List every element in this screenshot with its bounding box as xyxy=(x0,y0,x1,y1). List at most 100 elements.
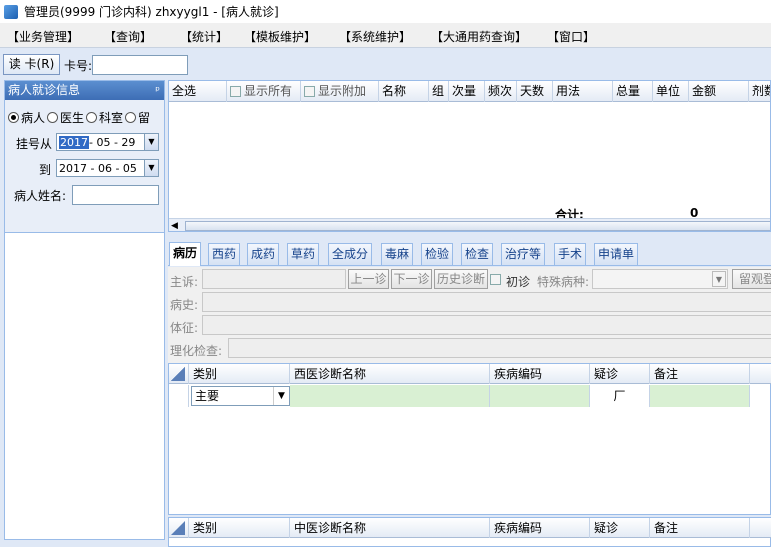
col-tcm-diagnosis[interactable]: 中医诊断名称 xyxy=(290,518,490,538)
tab-medical-record[interactable]: 病历 xyxy=(169,242,202,266)
grid-corner-icon xyxy=(169,518,189,538)
title-bar: 管理员(9999 门诊内科) zhxyygl1 - [病人就诊] xyxy=(0,0,771,23)
western-diagnosis-header: 类别 西医诊断名称 疾病编码 疑诊 备注 xyxy=(169,364,771,384)
col-western-diagnosis[interactable]: 西医诊断名称 xyxy=(290,364,490,384)
tab-surgery[interactable]: 手术 xyxy=(554,243,587,265)
col-amount[interactable]: 金额 xyxy=(689,81,749,102)
patient-filter-form: 病人 医生 科室 留 挂号从 2017 - 05 - 29 ▼ 到 2017 -… xyxy=(5,100,164,233)
horizontal-scrollbar[interactable]: ◀ xyxy=(169,218,770,231)
tab-narcotic[interactable]: 毒麻 xyxy=(381,243,414,265)
radio-patient[interactable] xyxy=(8,112,19,123)
col-group[interactable]: 组 xyxy=(429,81,449,102)
scroll-left-icon[interactable]: ◀ xyxy=(171,221,181,231)
date-to-picker[interactable]: 2017 - 06 - 05 ▼ xyxy=(56,159,159,177)
observation-register-button[interactable]: 留观登 xyxy=(732,269,771,289)
chevron-down-icon[interactable]: ▼ xyxy=(273,387,289,405)
col-disease-code[interactable]: 疾病编码 xyxy=(490,364,590,384)
col-disease-code[interactable]: 疾病编码 xyxy=(490,518,590,538)
western-diagnosis-grid: 类别 西医诊断名称 疾病编码 疑诊 备注 主要 ▼ 厂 xyxy=(168,363,771,515)
suspected-checkbox-cell[interactable]: 厂 xyxy=(590,385,650,407)
col-usage[interactable]: 用法 xyxy=(553,81,613,102)
menu-drug-query[interactable]: 【大通用药查询】 xyxy=(427,28,531,45)
tab-exam[interactable]: 检查 xyxy=(461,243,494,265)
col-remark[interactable]: 备注 xyxy=(650,518,750,538)
prev-visit-button[interactable]: 上一诊 xyxy=(348,269,389,289)
panel-header: 病人就诊信息 ᵖ xyxy=(5,81,164,100)
date-to-value: 2017 - 06 - 05 xyxy=(59,161,137,175)
show-all-toggle[interactable]: 显示所有 xyxy=(227,81,301,102)
menu-system[interactable]: 【系统维护】 xyxy=(335,28,415,45)
radio-stay[interactable] xyxy=(125,112,137,123)
disease-code-cell[interactable] xyxy=(490,385,590,407)
radio-doctor[interactable] xyxy=(47,112,59,123)
date-from-picker[interactable]: 2017 - 05 - 29 ▼ xyxy=(56,133,159,151)
tab-western-drug[interactable]: 西药 xyxy=(208,243,241,265)
col-remark[interactable]: 备注 xyxy=(650,364,750,384)
show-all-checkbox[interactable] xyxy=(230,86,241,97)
col-frequency[interactable]: 频次 xyxy=(485,81,517,102)
prescription-grid-header: 全选 显示所有 显示附加 名称 组 次量 频次 天数 用法 总量 单位 金额 剂… xyxy=(169,81,770,102)
scrollbar-thumb[interactable] xyxy=(185,221,770,231)
col-name[interactable]: 名称 xyxy=(379,81,429,102)
col-total[interactable]: 总量 xyxy=(613,81,653,102)
tcm-diagnosis-header: 类别 中医诊断名称 疾病编码 疑诊 备注 xyxy=(169,518,771,538)
chief-complaint-input[interactable] xyxy=(202,269,346,289)
lab-exam-row: 理化检查: xyxy=(168,338,771,360)
chevron-down-icon[interactable]: ▼ xyxy=(712,271,726,287)
chief-complaint-label: 主诉: xyxy=(170,275,199,289)
menu-template[interactable]: 【模板维护】 xyxy=(240,28,320,45)
patient-name-input[interactable] xyxy=(72,185,159,205)
remark-cell[interactable] xyxy=(650,385,750,407)
col-unit[interactable]: 单位 xyxy=(653,81,689,102)
col-category[interactable]: 类别 xyxy=(189,364,290,384)
tab-full-ingredient[interactable]: 全成分 xyxy=(328,243,373,265)
col-doses[interactable]: 剂数 xyxy=(749,81,770,102)
first-visit-checkbox[interactable] xyxy=(490,274,501,285)
tab-patent-drug[interactable]: 成药 xyxy=(247,243,280,265)
chevron-down-icon[interactable]: ▼ xyxy=(144,134,158,150)
history-diagnosis-button[interactable]: 历史诊断 xyxy=(434,269,488,289)
first-visit-label: 初诊 xyxy=(506,275,531,289)
app-icon xyxy=(4,4,18,19)
western-diagnosis-cell[interactable] xyxy=(290,385,490,407)
pin-icon[interactable]: ᵖ xyxy=(155,81,160,100)
next-visit-button[interactable]: 下一诊 xyxy=(391,269,432,289)
menu-business[interactable]: 【业务管理】 xyxy=(3,28,83,45)
menu-bar: 【业务管理】 【查询】 【统计】 【模板维护】 【系统维护】 【大通用药查询】 … xyxy=(0,23,771,48)
menu-query[interactable]: 【查询】 xyxy=(100,28,156,45)
read-card-button[interactable]: 读 卡(R) xyxy=(3,54,60,75)
lab-exam-input[interactable] xyxy=(228,338,771,358)
table-row[interactable]: 主要 ▼ 厂 xyxy=(169,385,771,407)
tab-treatment[interactable]: 治疗等 xyxy=(501,243,546,265)
select-all-header[interactable]: 全选 xyxy=(169,81,227,102)
col-suspected[interactable]: 疑诊 xyxy=(590,364,650,384)
radio-dept[interactable] xyxy=(86,112,98,123)
physical-sign-input[interactable] xyxy=(202,315,771,335)
date-from-label: 挂号从 xyxy=(16,137,53,151)
chief-complaint-row: 主诉: 上一诊 下一诊 历史诊断 初诊 特殊病种: ▼ 留观登 xyxy=(168,269,771,291)
menu-window[interactable]: 【窗口】 xyxy=(543,28,599,45)
category-value: 主要 xyxy=(195,389,220,403)
show-extra-toggle[interactable]: 显示附加 xyxy=(301,81,379,102)
tab-request[interactable]: 申请单 xyxy=(594,243,639,265)
chevron-down-icon[interactable]: ▼ xyxy=(144,160,158,176)
special-disease-select[interactable]: ▼ xyxy=(592,269,728,289)
show-extra-checkbox[interactable] xyxy=(304,86,315,97)
radio-doctor-label: 医生 xyxy=(60,111,85,125)
grid-corner-icon xyxy=(169,364,189,384)
show-all-label: 显示所有 xyxy=(244,84,293,98)
col-dose[interactable]: 次量 xyxy=(449,81,485,102)
card-number-input[interactable] xyxy=(92,55,188,75)
history-input[interactable] xyxy=(202,292,771,312)
menu-stats[interactable]: 【统计】 xyxy=(176,28,232,45)
radio-stay-label: 留 xyxy=(138,111,151,125)
col-category[interactable]: 类别 xyxy=(189,518,290,538)
col-suspected[interactable]: 疑诊 xyxy=(590,518,650,538)
radio-dept-label: 科室 xyxy=(99,111,124,125)
show-extra-label: 显示附加 xyxy=(318,84,367,98)
category-select[interactable]: 主要 ▼ xyxy=(191,386,290,406)
date-from-year: 2017 xyxy=(59,135,89,149)
tab-lab-test[interactable]: 检验 xyxy=(421,243,454,265)
tab-herbal-drug[interactable]: 草药 xyxy=(287,243,320,265)
col-days[interactable]: 天数 xyxy=(517,81,553,102)
